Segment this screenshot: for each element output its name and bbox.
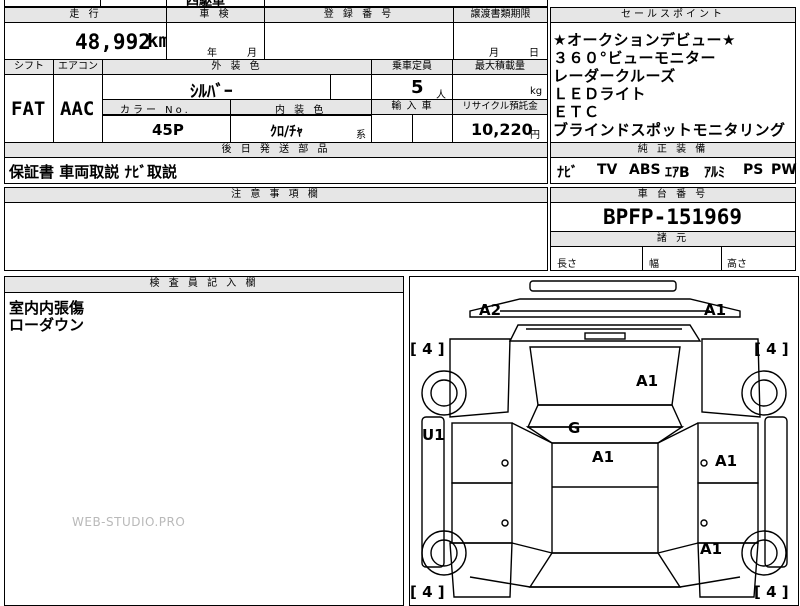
sales-points-box: セールスポイント ★オークションデビュー★ ３６０°ビューモニター レーダークル… (550, 7, 796, 143)
recycle-value: 10,220 (471, 120, 533, 139)
width-label: 幅 (649, 259, 659, 270)
condition-diagram-box: A2 A1 A1 G A1 A1 A1 U1 [ 4 ] [ 4 ] [ 4 ]… (409, 276, 799, 606)
condition-code-a1-rear-right: A1 (700, 540, 723, 558)
aircon-value: AAC (60, 98, 95, 120)
mileage-value: 48,992 (75, 30, 151, 54)
registration-header: 登 録 番 号 (265, 8, 453, 23)
capacity-value: 5 (411, 77, 424, 98)
interior-color-suffix: 系 (356, 130, 366, 141)
parts-value: 保証書 車両取説 ﾅﾋﾞ取説 (9, 163, 177, 181)
oem-item: PS (743, 162, 764, 178)
oem-item: PW (771, 162, 797, 178)
condition-code-u1-left: U1 (422, 426, 445, 444)
height-label: 高さ (727, 259, 747, 270)
import-header: 輸 入 車 (372, 100, 452, 115)
condition-code-a1-roof: A1 (636, 372, 659, 390)
tire-front-left: [ 4 ] (410, 340, 445, 358)
tire-front-right: [ 4 ] (754, 340, 789, 358)
color-no-header: カラー No. (120, 105, 191, 116)
sales-point-line: ＬＥＤライト (553, 85, 647, 103)
inspection-month-label: 月 (247, 48, 257, 59)
sales-point-line: レーダークルーズ (553, 67, 676, 85)
notes-box: 注 意 事 項 欄 (4, 187, 548, 271)
mileage-header: 走 行 (5, 8, 166, 23)
oem-item: ｴｱB (665, 165, 690, 181)
interior-color-value: ｸﾛ/ﾁｬ (270, 124, 304, 140)
top-strip (4, 0, 548, 7)
oem-item: ABS (629, 162, 661, 178)
deadline-day-label: 日 (529, 48, 539, 59)
oem-item: ｱﾙﾐ (704, 165, 725, 181)
color-no-value: 45P (152, 121, 184, 139)
inspection-year-label: 年 (207, 48, 217, 59)
car-diagram (421, 280, 788, 598)
exterior-color-header: 外 装 色 (103, 60, 371, 75)
deadline-month-label: 月 (489, 48, 499, 59)
oem-item: ﾅﾋﾞ (557, 165, 578, 181)
notes-header: 注 意 事 項 欄 (5, 188, 547, 203)
parts-box: 後 日 発 送 部 品 保証書 車両取説 ﾅﾋﾞ取説 (4, 142, 548, 184)
shift-value: FAT (11, 98, 46, 120)
chassis-header: 車 台 番 号 (551, 188, 795, 203)
condition-code-a1-right-door: A1 (715, 452, 738, 470)
shift-header: シフト (5, 60, 53, 75)
sales-point-line: ＥＴＣ (553, 103, 600, 121)
recycle-unit: 円 (530, 130, 540, 141)
watermark: WEB-STUDIO.PRO (72, 515, 186, 529)
condition-code-a1-roof-center: A1 (592, 448, 615, 466)
inspector-box: 検 査 員 記 入 欄 室内内張傷 ローダウン (4, 276, 404, 606)
interior-color-header: 内 装 色 (275, 105, 327, 116)
oem-item: TV (597, 162, 618, 178)
inspection-header: 車 検 (167, 8, 264, 23)
condition-code-a2: A2 (479, 301, 502, 319)
mileage-cell: 走 行 48,992 km (4, 7, 170, 60)
tire-rear-right: [ 4 ] (754, 583, 789, 601)
sales-point-line: ブラインドスポットモニタリング (553, 121, 786, 139)
condition-code-g-windshield: G (568, 419, 581, 437)
inspector-header: 検 査 員 記 入 欄 (5, 277, 403, 293)
sales-point-line: ３６０°ビューモニター (553, 49, 717, 67)
tire-rear-left: [ 4 ] (410, 583, 445, 601)
max-load-unit: kg (530, 86, 543, 97)
capacity-header: 乗車定員 (372, 60, 452, 75)
sales-point-line: ★オークションデビュー★ (553, 31, 736, 49)
inspection-cell: 車 検 年 月 (166, 7, 265, 60)
sales-points-header: セールスポイント (551, 8, 795, 23)
dimensions-box: 諸 元 長さ 幅 高さ (550, 231, 796, 271)
length-label: 長さ (557, 259, 577, 270)
chassis-box: 車 台 番 号 BPFP-151969 (550, 187, 796, 232)
aircon-header: エアコン (54, 60, 102, 75)
transfer-deadline-header: 譲渡書類期限 (454, 8, 547, 23)
parts-header: 後 日 発 送 部 品 (5, 143, 547, 158)
dimensions-header: 諸 元 (551, 232, 795, 247)
chassis-value: BPFP-151969 (603, 205, 743, 229)
inspector-line: ローダウン (9, 316, 85, 334)
recycle-header: リサイクル預託金 (453, 100, 547, 115)
registration-cell: 登 録 番 号 (264, 7, 454, 60)
oem-equipment-box: 純 正 装 備 ﾅﾋﾞ TV ABS ｴｱB ｱﾙﾐ PS PW (550, 142, 797, 184)
oem-equipment-header: 純 正 装 備 (551, 143, 795, 158)
max-load-header: 最大積載量 (453, 60, 547, 75)
condition-code-a1-front-right: A1 (704, 301, 727, 319)
transfer-deadline-cell: 譲渡書類期限 月 日 (453, 7, 548, 60)
